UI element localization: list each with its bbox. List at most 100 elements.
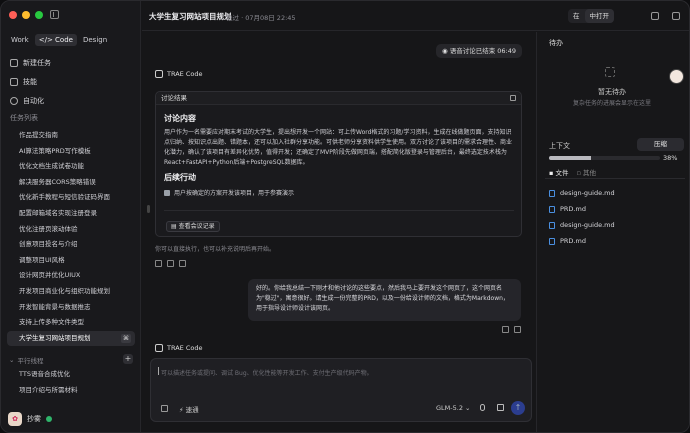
automation-nav[interactable]: 自动化 (7, 91, 135, 110)
new-task-icon (10, 58, 18, 67)
mode-switcher: Work </> Code Design (7, 34, 111, 46)
mode-code[interactable]: </> Code (34, 34, 77, 46)
copy-icon[interactable] (514, 326, 521, 333)
tab-files[interactable]: ▪ 文件 (549, 167, 568, 177)
user-name: 抄雾 (27, 415, 41, 423)
chat-input[interactable]: 可以描述任务或提问、调试 Bug、优化性能等开发工作、支付生产级代码产物。 ⚡ … (150, 358, 532, 422)
file-name: design-guide.md (560, 189, 615, 197)
task-item[interactable]: AI算法策略PRD写作模板 (7, 144, 135, 160)
nav-label: 自动化 (23, 96, 44, 105)
mode-design[interactable]: Design (79, 34, 111, 46)
task-item[interactable]: 支持上传多种文件类型 (7, 315, 135, 331)
context-percent: 38% (663, 154, 678, 162)
window-controls (9, 11, 43, 19)
copy-icon[interactable] (510, 95, 516, 101)
edit-icon[interactable] (502, 326, 509, 333)
follow-heading: 后续行动 (164, 173, 196, 182)
maximize-window-button[interactable] (35, 11, 43, 19)
nav-label: 技能 (23, 77, 37, 86)
assistant-name: TRAE Code (167, 344, 203, 352)
task-item[interactable]: 优化注册页滚动体验 (7, 222, 135, 238)
assistant-name: TRAE Code (167, 70, 203, 78)
copy-icon[interactable] (155, 260, 162, 267)
task-item[interactable]: 解决服务器CORS策略错误 (7, 175, 135, 191)
thumbs-down-icon[interactable] (179, 260, 186, 267)
voice-ended-pill[interactable]: ◉ 语音讨论已结束 06:49 (435, 44, 522, 58)
document-icon (549, 205, 555, 213)
image-icon[interactable] (497, 404, 504, 411)
tab-label: 文件 (555, 169, 569, 177)
parallel-group-header[interactable]: ⌄ 平行线程 + (7, 353, 135, 366)
task-list: 作品提交指南 AI算法策略PRD写作模板 优化文档生成试卷功能 解决服务器COR… (7, 128, 135, 347)
pill-text: 语音讨论已结束 06:49 (449, 47, 516, 55)
chat-area: ◉ 语音讨论已结束 06:49 TRAE Code 讨论结果 讨论内容 用户作为… (142, 32, 535, 432)
task-item[interactable]: 优化新手教程与短信验证码界面 (7, 190, 135, 206)
divider (164, 210, 514, 211)
task-item[interactable]: 调整项目UI风格 (7, 253, 135, 269)
task-item[interactable]: 开发项目商业化与组织功能规划 (7, 284, 135, 300)
parallel-task-list: TTS语音合成优化 项目介绍与所需材料 (7, 367, 135, 398)
terminal-icon[interactable] (651, 12, 659, 20)
mode-selector[interactable]: ⚡ 速通 (179, 404, 199, 414)
task-item[interactable]: 项目介绍与所需材料 (7, 383, 135, 399)
task-item[interactable]: 作品提交指南 (7, 128, 135, 144)
mic-icon[interactable] (480, 404, 485, 411)
file-tabs: ▪ 文件 ▫ 其他 (549, 167, 596, 177)
task-item-active[interactable]: 大学生复习网站项目规划 ⌘ (7, 330, 135, 347)
mode-work[interactable]: Work (7, 34, 33, 46)
file-item[interactable]: PRD.md (549, 233, 615, 249)
file-item[interactable]: design-guide.md (549, 185, 615, 201)
input-placeholder: 可以描述任务或提问、调试 Bug、优化性能等开发工作、支付生产级代码产物。 (161, 370, 373, 377)
file-item[interactable]: design-guide.md (549, 217, 615, 233)
mode-label: 速通 (185, 406, 199, 414)
empty-todo-icon (605, 67, 615, 77)
task-item[interactable]: 创意项目投名与介绍 (7, 237, 135, 253)
context-label: 上下文 (549, 142, 570, 150)
nav-label: 新建任务 (23, 58, 51, 67)
text-cursor (158, 367, 159, 375)
checkbox-icon[interactable] (164, 189, 170, 196)
user-profile[interactable]: ✿ 抄雾 (8, 412, 52, 426)
task-item[interactable]: 优化文档生成试卷功能 (7, 159, 135, 175)
attach-icon[interactable] (161, 405, 168, 412)
task-item[interactable]: 配置邮箱域名实现注册登录 (7, 206, 135, 222)
task-item[interactable]: 开发智能背景与数据推志 (7, 300, 135, 316)
todo-panel: 待办 暂无待办 复杂任务的进展会显示在这里 上下文 压缩 38% ▪ 文件 ▫ … (536, 32, 689, 432)
todo-title: 待办 (549, 39, 563, 47)
sidebar-toggle-icon[interactable] (50, 10, 59, 19)
scroll-indicator[interactable] (147, 205, 150, 213)
model-selector[interactable]: GLM-5.2 ⌄ (436, 404, 470, 412)
file-item[interactable]: PRD.md (549, 201, 615, 217)
tab-label: 其他 (582, 169, 596, 177)
top-bar: 大学生复习网站项目规划 稳过 · 07月08日 22:45 在 中打开 (142, 1, 689, 31)
send-button[interactable]: ↑ (511, 401, 525, 415)
assistant-header: TRAE Code (155, 70, 202, 78)
minimize-window-button[interactable] (22, 11, 30, 19)
assistant-header: TRAE Code (155, 344, 202, 352)
compress-button[interactable]: 压缩 (637, 138, 684, 151)
discussion-result-card: 讨论结果 讨论内容 用户作为一名需要应对期末考试的大学生，提出想开发一个网站：可… (155, 91, 522, 237)
file-name: PRD.md (560, 237, 586, 245)
file-name: design-guide.md (560, 221, 615, 229)
project-meta: 稳过 · 07月08日 22:45 (226, 14, 296, 22)
open-in-control[interactable]: 在 中打开 (568, 9, 614, 23)
sidebar-nav: 新建任务 技能 自动化 (7, 53, 135, 110)
close-window-button[interactable] (9, 11, 17, 19)
add-thread-button[interactable]: + (123, 354, 133, 364)
thumbs-up-icon[interactable] (167, 260, 174, 267)
skills-nav[interactable]: 技能 (7, 72, 135, 91)
task-item[interactable]: TTS语音合成优化 (7, 367, 135, 383)
new-task-button[interactable]: 新建任务 (7, 53, 135, 72)
task-list-title: 任务列表 (10, 114, 38, 122)
view-meeting-notes-button[interactable]: ▤ 查看会议记录 (166, 221, 220, 232)
document-icon (549, 221, 555, 229)
group-label: 平行线程 (17, 356, 44, 365)
context-progress-fill (549, 156, 592, 160)
panel-toggle-icon[interactable] (672, 12, 680, 20)
open-in-button[interactable]: 中打开 (584, 9, 614, 23)
empty-subtitle: 复杂任务的进展会显示在这里 (572, 100, 651, 107)
tab-other[interactable]: ▫ 其他 (576, 167, 595, 177)
avatar[interactable] (669, 69, 684, 84)
hint-text: 你可以直接执行，也可以补充说明后再开始。 (155, 246, 276, 253)
task-item[interactable]: 设计网页并优化UIUX (7, 268, 135, 284)
